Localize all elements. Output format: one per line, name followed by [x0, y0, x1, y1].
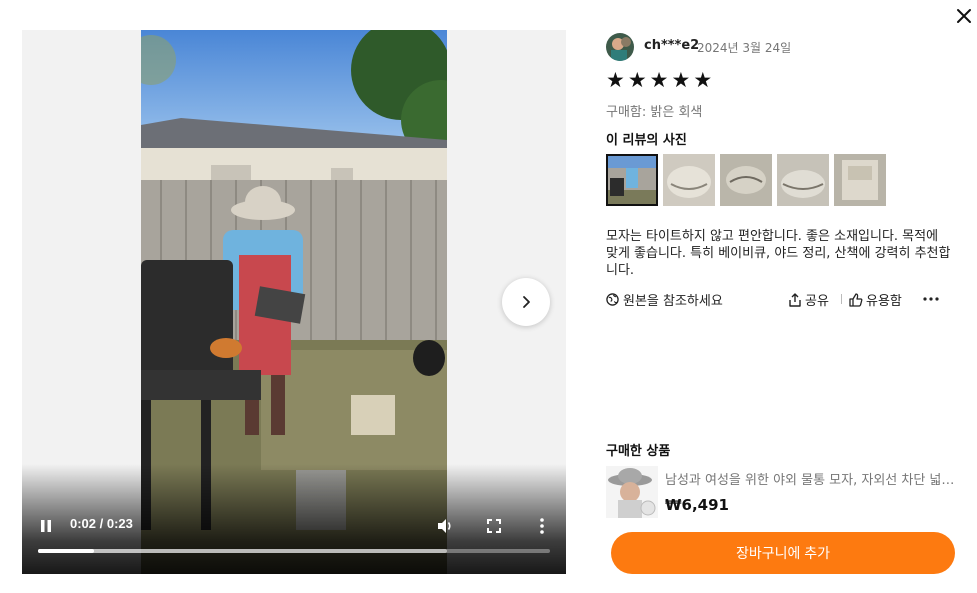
- video-player[interactable]: 0:02 / 0:23: [22, 30, 566, 574]
- review-photo-thumb[interactable]: [606, 154, 658, 206]
- time-total: 0:23: [106, 516, 133, 531]
- photo-5: [834, 154, 886, 206]
- review-photo-thumb[interactable]: [834, 154, 886, 206]
- helpful-label: 유용함: [866, 294, 902, 309]
- action-divider: [841, 294, 842, 304]
- review-photo-strip: [606, 154, 886, 206]
- photo-2: [663, 154, 715, 206]
- volume-icon: [438, 519, 451, 533]
- star-icon: ★: [693, 68, 713, 92]
- product-title-link[interactable]: 남성과 여성을 위한 야외 물통 모자, 자외선 차단 넓은 챙 낚시 모자: [665, 469, 955, 488]
- share-button[interactable]: 공유: [788, 290, 829, 309]
- review-photo-thumb[interactable]: [777, 154, 829, 206]
- share-icon: [789, 292, 801, 307]
- star-icon: ★: [606, 68, 625, 92]
- see-original-label: 원본을 참조하세요: [623, 294, 723, 309]
- video-more-button[interactable]: [532, 515, 552, 537]
- time-current: 0:02: [70, 516, 97, 531]
- more-vertical-icon: [540, 518, 544, 534]
- avatar[interactable]: [606, 33, 634, 61]
- globe-icon: [606, 293, 619, 306]
- see-original-link[interactable]: 원본을 참조하세요: [606, 290, 723, 309]
- star-icon: ★: [627, 68, 647, 92]
- product-thumbnail[interactable]: [606, 466, 658, 518]
- progress-played: [38, 549, 94, 553]
- purchased-variant: 구매함: 밝은 회색: [606, 105, 703, 120]
- review-photo-thumb[interactable]: [663, 154, 715, 206]
- close-button[interactable]: [952, 4, 976, 28]
- fullscreen-button[interactable]: [483, 515, 505, 537]
- share-label: 공유: [805, 294, 829, 309]
- product-price: ₩6,491: [665, 496, 729, 514]
- review-photos-heading: 이 리뷰의 사진: [606, 133, 687, 148]
- pause-button[interactable]: [36, 516, 56, 536]
- next-media-button[interactable]: [502, 278, 550, 326]
- video-time: 0:02 / 0:23: [70, 516, 133, 531]
- star-rating: ★ ★ ★ ★ ★: [606, 69, 712, 91]
- pause-icon: [41, 520, 51, 532]
- star-icon: ★: [649, 68, 669, 92]
- star-icon: ★: [671, 68, 691, 92]
- photo-3: [720, 154, 772, 206]
- more-horizontal-icon: [923, 297, 939, 301]
- avatar-image: [606, 33, 634, 61]
- chevron-right-icon: [523, 296, 530, 308]
- review-photo-thumb[interactable]: [720, 154, 772, 206]
- close-icon: [957, 9, 971, 23]
- product-image: [606, 466, 658, 518]
- progress-buffered: [38, 549, 448, 553]
- photo-1: [606, 154, 658, 206]
- helpful-button[interactable]: 유용함: [849, 290, 902, 309]
- purchased-product-heading: 구매한 상품: [606, 444, 671, 459]
- volume-button[interactable]: [434, 515, 456, 537]
- thumbs-up-icon: [849, 292, 863, 307]
- add-to-cart-button[interactable]: 장바구니에 추가: [611, 532, 955, 574]
- more-options-button[interactable]: [922, 290, 940, 308]
- fullscreen-icon: [487, 519, 501, 533]
- photo-4: [777, 154, 829, 206]
- review-date: 2024년 3월 24일: [697, 41, 792, 55]
- review-body: 모자는 타이트하지 않고 편안합니다. 좋은 소재입니다. 목적에 맞게 좋습니…: [606, 229, 951, 278]
- reviewer-name: ch***e2: [644, 38, 700, 53]
- video-progress-bar[interactable]: [38, 549, 550, 553]
